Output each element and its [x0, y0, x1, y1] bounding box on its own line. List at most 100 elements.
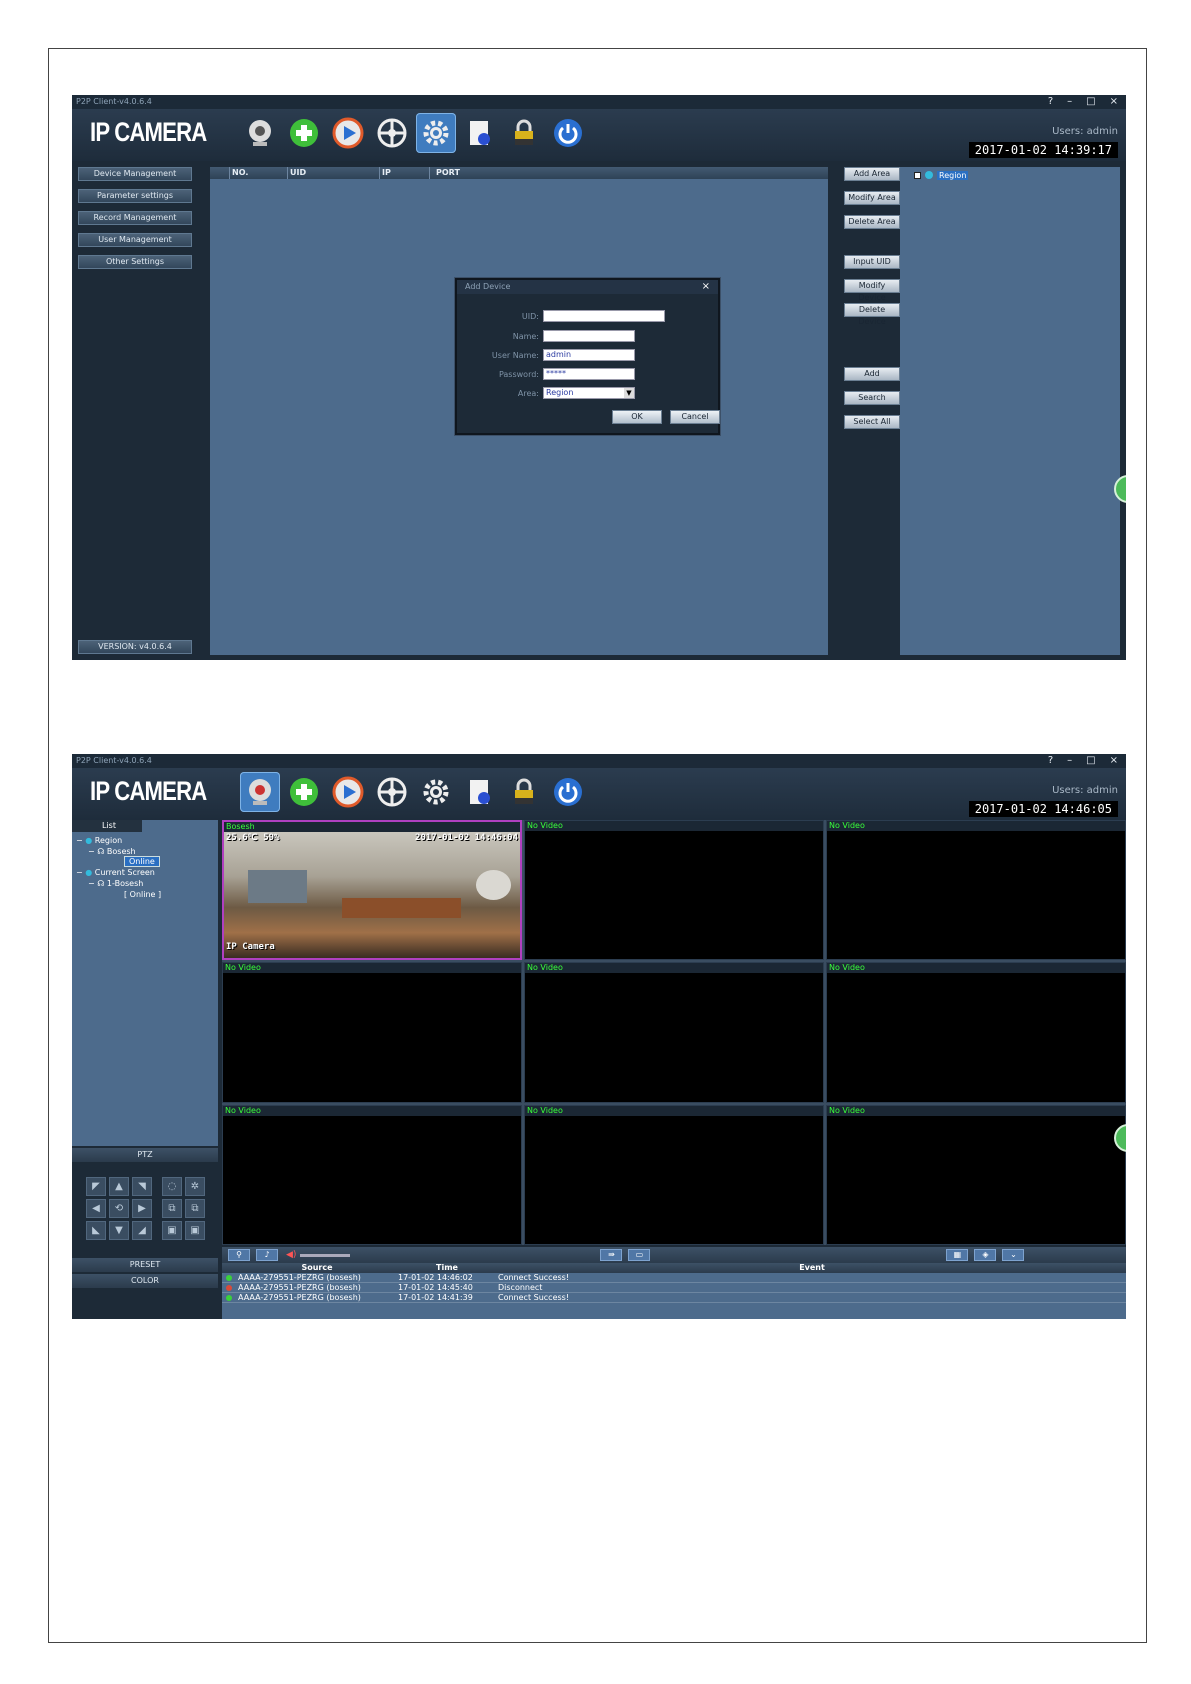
iris-close-button[interactable]: ▣ [185, 1221, 205, 1240]
add-device-button[interactable] [284, 772, 324, 812]
minimize-button[interactable]: – [1067, 754, 1072, 768]
region-checkbox[interactable] [914, 171, 921, 179]
nav-parameter-settings[interactable]: Parameter settings [78, 189, 192, 203]
dialog-close-button[interactable]: × [702, 280, 710, 294]
fullscreen-icon[interactable]: ◈ [974, 1249, 997, 1261]
expand-down-icon[interactable]: ⌄ [1002, 1249, 1025, 1261]
log-col-time[interactable]: Time [396, 1263, 496, 1273]
ok-button[interactable]: OK [612, 410, 662, 424]
area-select[interactable]: Region ▼ [543, 387, 635, 399]
ptz-section-header[interactable]: PTZ [72, 1148, 218, 1162]
help-button[interactable]: ? [1048, 754, 1053, 768]
tab-list[interactable]: List [72, 820, 142, 832]
username-input[interactable]: admin [543, 349, 635, 361]
column-uid[interactable]: UID [288, 167, 380, 179]
lock-button[interactable] [504, 113, 544, 153]
nav-other-settings[interactable]: Other Settings [78, 255, 192, 269]
ptz-left-button[interactable]: ◀ [86, 1199, 106, 1218]
add-device-button[interactable] [284, 113, 324, 153]
preset-section-header[interactable]: PRESET [72, 1258, 218, 1272]
close-button[interactable]: × [1110, 754, 1118, 768]
delete-area-button[interactable]: Delete Area [844, 215, 900, 229]
color-section-header[interactable]: COLOR [72, 1274, 218, 1288]
log-button[interactable] [460, 113, 500, 153]
iris-open-button[interactable]: ▣ [162, 1221, 182, 1240]
add-button[interactable]: Add [844, 367, 900, 381]
volume-icon[interactable]: ◀) [286, 1250, 296, 1260]
video-cell-3[interactable]: No Video [826, 820, 1126, 961]
video-cell-7[interactable]: No Video [222, 1104, 522, 1245]
ptz-up-right-button[interactable]: ◥ [132, 1177, 152, 1196]
playback-button[interactable] [328, 772, 368, 812]
settings-button[interactable] [416, 772, 456, 812]
snapshot-icon[interactable]: ▭ [628, 1249, 651, 1261]
settings-button[interactable] [416, 113, 456, 153]
log-row[interactable]: AAAA-279551-PEZRG (bosesh) 17-01-02 14:4… [222, 1283, 1126, 1293]
maximize-button[interactable]: □ [1086, 95, 1095, 109]
live-view-button[interactable] [240, 772, 280, 812]
focus-near-button[interactable]: ◌ [162, 1177, 182, 1196]
live-view-button[interactable] [240, 113, 280, 153]
nav-device-management[interactable]: Device Management [78, 167, 192, 181]
ptz-auto-button[interactable]: ⟲ [109, 1199, 129, 1218]
video-cell-6[interactable]: No Video [826, 962, 1126, 1103]
help-button[interactable]: ? [1048, 95, 1053, 109]
power-button[interactable] [548, 772, 588, 812]
volume-slider[interactable] [300, 1253, 351, 1257]
log-col-event[interactable]: Event [496, 1263, 1126, 1273]
maximize-button[interactable]: □ [1086, 754, 1095, 768]
focus-far-button[interactable]: ✲ [185, 1177, 205, 1196]
nav-record-management[interactable]: Record Management [78, 211, 192, 225]
modify-area-button[interactable]: Modify Area [844, 191, 900, 205]
zoom-in-button[interactable]: ⧉ [162, 1199, 182, 1218]
ptz-button[interactable] [372, 772, 412, 812]
password-input[interactable]: ***** [543, 368, 635, 380]
chevron-down-icon[interactable]: ▼ [624, 388, 634, 398]
video-cell-1[interactable]: Bosesh 25.6℃ 59% 2017-01-02 14:46:04 IP … [222, 820, 522, 961]
log-col-source[interactable]: Source [236, 1263, 396, 1273]
tree-item-region[interactable]: − ● Region [76, 836, 122, 845]
column-no[interactable]: NO. [230, 167, 288, 179]
record-icon[interactable]: ⇛ [600, 1249, 623, 1261]
minimize-button[interactable]: – [1067, 95, 1072, 109]
ptz-button[interactable] [372, 113, 412, 153]
power-button[interactable] [548, 113, 588, 153]
log-row[interactable]: AAAA-279551-PEZRG (bosesh) 17-01-02 14:4… [222, 1273, 1126, 1283]
name-input[interactable] [543, 330, 635, 342]
select-all-button[interactable]: Select All [844, 415, 900, 429]
log-row[interactable]: AAAA-279551-PEZRG (bosesh) 17-01-02 14:4… [222, 1293, 1126, 1303]
ptz-down-right-button[interactable]: ◢ [132, 1221, 152, 1240]
zoom-out-button[interactable]: ⧉ [185, 1199, 205, 1218]
uid-input[interactable] [543, 310, 665, 322]
playback-button[interactable] [328, 113, 368, 153]
tree-item-current-screen[interactable]: − ● Current Screen [76, 868, 155, 877]
tree-item-device[interactable]: − ☊ Bosesh [88, 847, 136, 856]
cancel-button[interactable]: Cancel [670, 410, 720, 424]
ptz-down-left-button[interactable]: ◣ [86, 1221, 106, 1240]
modify-device-button[interactable]: Modify Device [844, 279, 900, 302]
input-uid-button[interactable]: Input UID [844, 255, 900, 269]
video-cell-2[interactable]: No Video [524, 820, 824, 961]
ptz-down-button[interactable]: ▼ [109, 1221, 129, 1240]
close-button[interactable]: × [1110, 95, 1118, 109]
layout-grid-icon[interactable]: ▦ [946, 1249, 969, 1261]
log-button[interactable] [460, 772, 500, 812]
video-cell-5[interactable]: No Video [524, 962, 824, 1103]
search-button[interactable]: Search [844, 391, 900, 405]
add-area-button[interactable]: Add Area [844, 167, 900, 181]
video-cell-9[interactable]: No Video [826, 1104, 1126, 1245]
lock-button[interactable] [504, 772, 544, 812]
ptz-up-left-button[interactable]: ◤ [86, 1177, 106, 1196]
region-tree-item[interactable]: Region [914, 170, 969, 180]
delete-device-button[interactable]: Delete Device [844, 303, 900, 326]
column-port[interactable]: PORT [430, 167, 828, 179]
nav-user-management[interactable]: User Management [78, 233, 192, 247]
ptz-right-button[interactable]: ▶ [132, 1199, 152, 1218]
talk-icon[interactable]: ♪ [256, 1249, 278, 1261]
video-cell-4[interactable]: No Video [222, 962, 522, 1103]
tree-item-screen-device[interactable]: − ☊ 1-Bosesh [88, 879, 143, 888]
ptz-up-button[interactable]: ▲ [109, 1177, 129, 1196]
column-ip[interactable]: IP [380, 167, 430, 179]
search-icon[interactable]: ⚲ [228, 1249, 250, 1261]
video-cell-8[interactable]: No Video [524, 1104, 824, 1245]
